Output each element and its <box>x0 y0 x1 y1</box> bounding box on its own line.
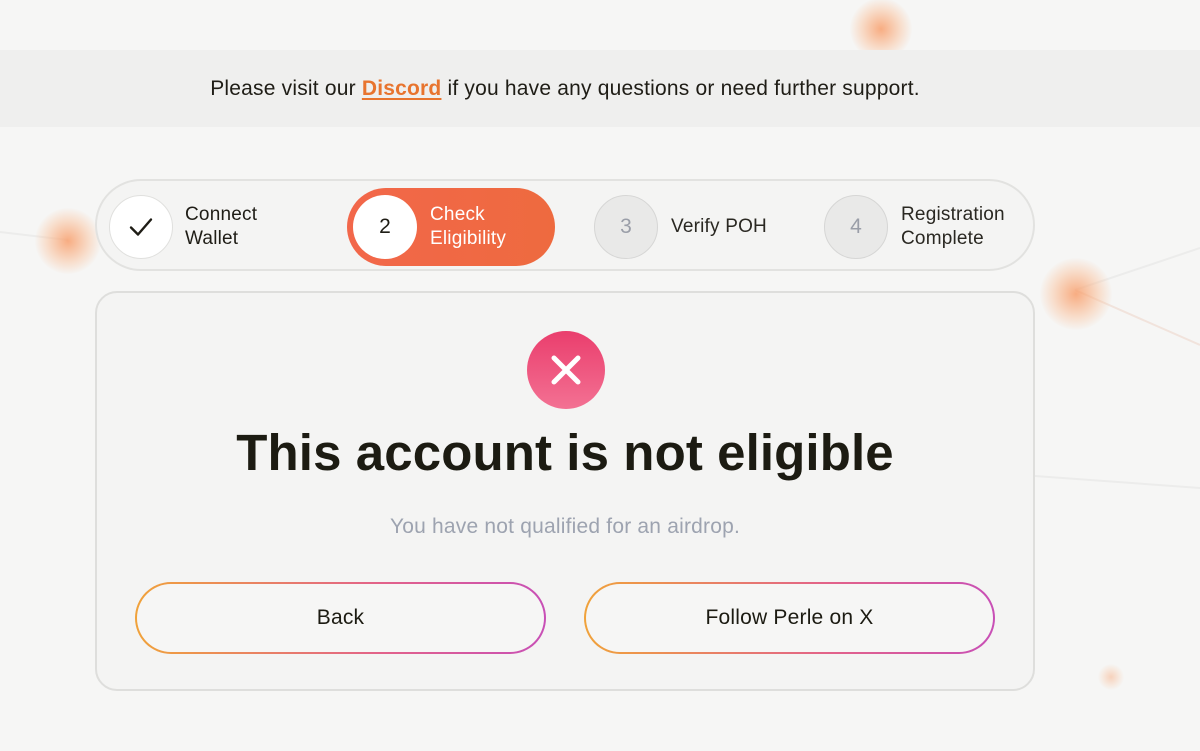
support-banner: Please visit our Discord if you have any… <box>0 50 1200 127</box>
result-title: This account is not eligible <box>236 424 894 481</box>
banner-suffix-text: if you have any questions or need furthe… <box>441 76 920 100</box>
step-number-badge: 3 <box>594 195 658 259</box>
banner-prefix-text: Please visit our <box>210 76 362 100</box>
step-connect-wallet: Connect Wallet <box>109 188 257 266</box>
follow-on-x-button[interactable]: Follow Perle on X <box>584 582 995 654</box>
close-icon <box>551 355 581 385</box>
step-label: Registration Complete <box>901 204 1005 249</box>
decorative-glow-dot <box>1040 258 1112 330</box>
step-label: Check Eligibility <box>430 204 507 249</box>
step-number-badge: 4 <box>824 195 888 259</box>
step-check-eligibility: 2 Check Eligibility <box>347 188 555 266</box>
step-registration-complete: 4 Registration Complete <box>824 188 1005 266</box>
error-badge <box>527 331 605 409</box>
eligibility-result-card: This account is not eligible You have no… <box>95 291 1035 691</box>
back-button[interactable]: Back <box>135 582 546 654</box>
step-indicator-completed <box>109 195 173 259</box>
check-icon <box>129 218 153 236</box>
result-subtitle: You have not qualified for an airdrop. <box>389 515 741 538</box>
page: Please visit our Discord if you have any… <box>0 0 1200 751</box>
step-number-badge: 2 <box>353 195 417 259</box>
discord-link[interactable]: Discord <box>362 77 442 100</box>
decorative-glow-dot <box>35 208 101 274</box>
step-label: Connect Wallet <box>185 204 258 249</box>
support-banner-text: Please visit our Discord if you have any… <box>210 77 920 101</box>
progress-stepper: Connect Wallet 2 Check Eligibility 3 Ver… <box>95 179 1035 271</box>
decorative-glow-dot <box>1098 664 1124 690</box>
step-verify-poh: 3 Verify POH <box>594 188 767 266</box>
step-label: Verify POH <box>671 216 767 237</box>
